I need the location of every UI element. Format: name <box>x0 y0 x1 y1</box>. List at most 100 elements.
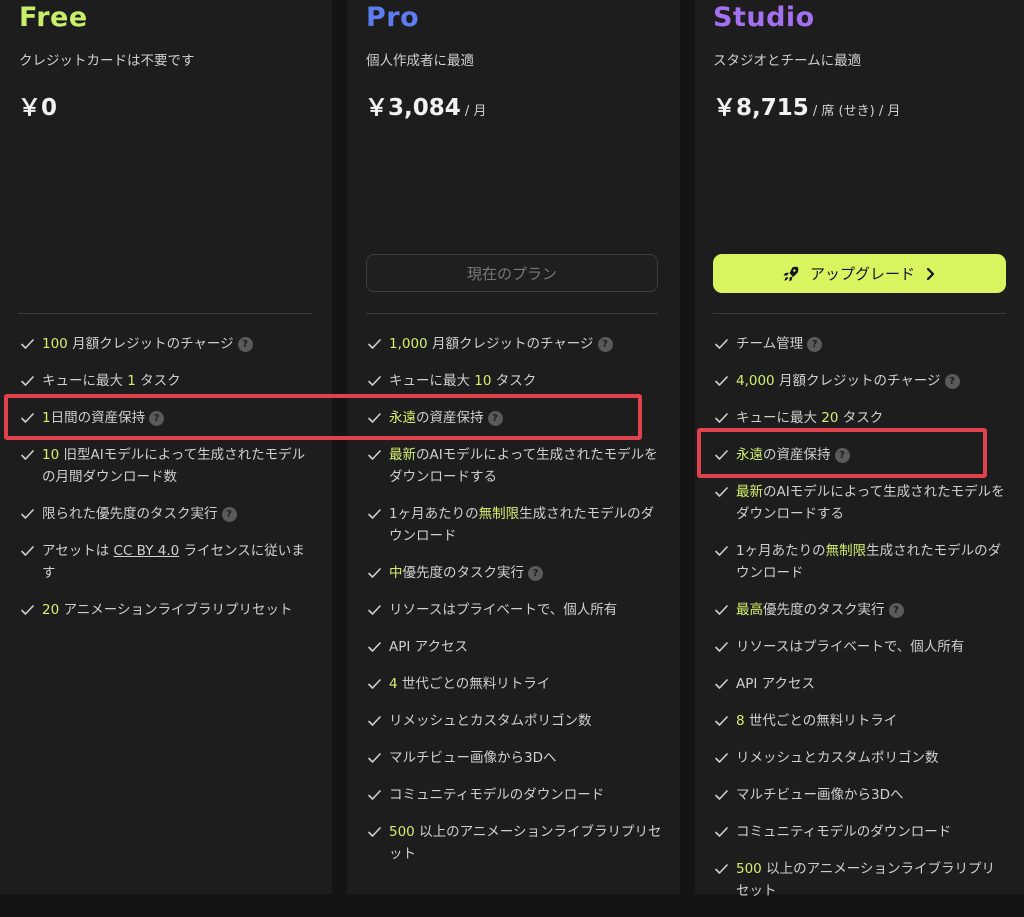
feature-text-part: 月額クレジットのチャージ <box>427 336 594 352</box>
feature-text-part: タスク <box>838 410 884 426</box>
feature-highlight: 4,000 <box>736 373 775 389</box>
license-link[interactable]: CC BY 4.0 <box>114 543 180 559</box>
checkmark-icon <box>368 413 381 423</box>
checkmark-icon <box>715 790 728 800</box>
feature-text-part: のAIモデルによって生成されたモデルをダウンロードする <box>736 484 1005 522</box>
feature-item: キューに最大 20 タスク <box>713 407 1006 429</box>
feature-highlight: 4 <box>389 676 398 692</box>
upgrade-button[interactable]: アップグレード <box>713 254 1006 293</box>
feature-text-part: タスク <box>135 373 181 389</box>
help-icon[interactable]: ? <box>221 506 237 522</box>
feature-text: API アクセス <box>389 639 468 655</box>
plan-price: ￥3,084 / 月 <box>365 88 486 122</box>
feature-item: 1日間の資産保持? <box>19 407 314 429</box>
feature-text: 10 旧型AIモデルによって生成されたモデルの月間ダウンロード数 <box>42 447 305 485</box>
feature-item: 4,000 月額クレジットのチャージ? <box>713 370 1006 392</box>
feature-text-part: コミュニティモデルのダウンロード <box>389 787 605 803</box>
feature-highlight: 最高 <box>736 602 763 618</box>
divider <box>366 313 658 314</box>
feature-text: キューに最大 1 タスク <box>42 373 181 389</box>
feature-text-part: マルチビュー画像から3Dへ <box>736 787 904 803</box>
checkmark-icon <box>21 546 34 556</box>
feature-text-part: マルチビュー画像から3Dへ <box>389 750 557 766</box>
help-icon[interactable]: ? <box>807 336 823 352</box>
feature-text-part: API アクセス <box>389 639 468 655</box>
feature-text-part: タスク <box>491 373 537 389</box>
help-icon[interactable]: ? <box>528 565 543 581</box>
feature-text-part: キューに最大 <box>389 373 475 389</box>
feature-text: キューに最大 20 タスク <box>736 410 883 426</box>
feature-item: 500 以上のアニメーションライブラリプリセット <box>366 821 662 865</box>
help-icon[interactable]: ? <box>597 336 613 352</box>
feature-item: 8 世代ごとの無料リトライ <box>713 710 1006 732</box>
checkmark-icon <box>368 790 381 800</box>
feature-highlight: 1 <box>42 410 51 426</box>
checkmark-icon <box>21 413 34 423</box>
feature-text: マルチビュー画像から3Dへ <box>389 750 556 766</box>
feature-text-part: API アクセス <box>736 676 815 692</box>
checkmark-icon <box>368 568 381 578</box>
checkmark-icon <box>368 376 381 386</box>
help-icon[interactable]: ? <box>237 336 253 352</box>
feature-text: 4,000 月額クレジットのチャージ <box>736 373 941 389</box>
feature-text-part: キューに最大 <box>42 373 128 389</box>
feature-item: 最高優先度のタスク実行? <box>713 599 1006 621</box>
feature-text: 限られた優先度のタスク実行 <box>42 506 218 522</box>
checkmark-icon <box>368 753 381 763</box>
help-icon[interactable]: ? <box>834 447 850 463</box>
feature-item: マルチビュー画像から3Dへ <box>366 747 662 769</box>
help-icon[interactable]: ? <box>487 410 503 426</box>
feature-highlight: 中 <box>389 565 403 581</box>
feature-text: 500 以上のアニメーションライブラリプリセット <box>736 861 995 899</box>
feature-text: 1ヶ月あたりの無制限生成されたモデルのダウンロード <box>389 506 654 544</box>
plan-card-studio: Studio スタジオとチームに最適 ￥8,715 / 席 (せき) / 月 ア… <box>695 0 1024 899</box>
feature-text-part: キューに最大 <box>736 410 822 426</box>
feature-text: コミュニティモデルのダウンロード <box>389 787 604 803</box>
feature-highlight: 20 <box>821 410 839 426</box>
feature-item: 1,000 月額クレジットのチャージ? <box>366 333 662 355</box>
feature-text: 最新のAIモデルによって生成されたモデルをダウンロードする <box>736 484 1005 522</box>
feature-highlight: 1,000 <box>389 336 428 352</box>
checkmark-icon <box>715 339 728 349</box>
current-plan-button[interactable]: 現在のプラン <box>366 254 658 292</box>
upgrade-button-label: アップグレード <box>809 265 915 283</box>
feature-highlight: 永遠 <box>389 410 416 426</box>
feature-text-part: 1ヶ月あたりの <box>736 543 826 559</box>
feature-item: キューに最大 1 タスク <box>19 370 314 392</box>
help-icon[interactable]: ? <box>944 373 960 389</box>
feature-item: API アクセス <box>366 636 662 658</box>
plan-name: Studio <box>713 2 815 33</box>
feature-highlight: 20 <box>42 602 60 618</box>
feature-item: 最新のAIモデルによって生成されたモデルをダウンロードする <box>713 481 1006 525</box>
checkmark-icon <box>715 546 728 556</box>
checkmark-icon <box>21 450 34 460</box>
feature-text-part: 旧型AIモデルによって生成されたモデルの月間ダウンロード数 <box>42 447 306 485</box>
help-icon[interactable]: ? <box>149 410 165 426</box>
price-amount: ￥8,715 <box>713 95 809 121</box>
feature-text-part: リメッシュとカスタムポリゴン数 <box>736 750 939 766</box>
feature-text-part: 以上のアニメーションライブラリプリセット <box>736 861 996 899</box>
plan-subtitle: スタジオとチームに最適 <box>713 53 862 69</box>
feature-item: リメッシュとカスタムポリゴン数 <box>713 747 1006 769</box>
feature-text-part: のAIモデルによって生成されたモデルをダウンロードする <box>389 447 658 485</box>
feature-text: チーム管理 <box>736 336 803 352</box>
feature-text: コミュニティモデルのダウンロード <box>736 824 951 840</box>
checkmark-icon <box>368 339 381 349</box>
checkmark-icon <box>368 605 381 615</box>
feature-text: キューに最大 10 タスク <box>389 373 536 389</box>
checkmark-icon <box>368 450 381 460</box>
feature-text: 最新のAIモデルによって生成されたモデルをダウンロードする <box>389 447 658 485</box>
feature-item: 永遠の資産保持? <box>366 407 662 429</box>
plan-subtitle: 個人作成者に最適 <box>366 53 474 69</box>
checkmark-icon <box>715 753 728 763</box>
help-icon[interactable]: ? <box>888 602 904 618</box>
checkmark-icon <box>21 339 34 349</box>
checkmark-icon <box>368 827 381 837</box>
feature-text: 100 月額クレジットのチャージ <box>42 336 234 352</box>
divider <box>713 313 1006 314</box>
checkmark-icon <box>715 642 728 652</box>
feature-text: 永遠の資産保持 <box>736 447 831 463</box>
feature-highlight: 100 <box>42 336 68 352</box>
plan-name: Pro <box>366 2 420 33</box>
feature-text-part: 限られた優先度のタスク実行 <box>42 506 218 522</box>
